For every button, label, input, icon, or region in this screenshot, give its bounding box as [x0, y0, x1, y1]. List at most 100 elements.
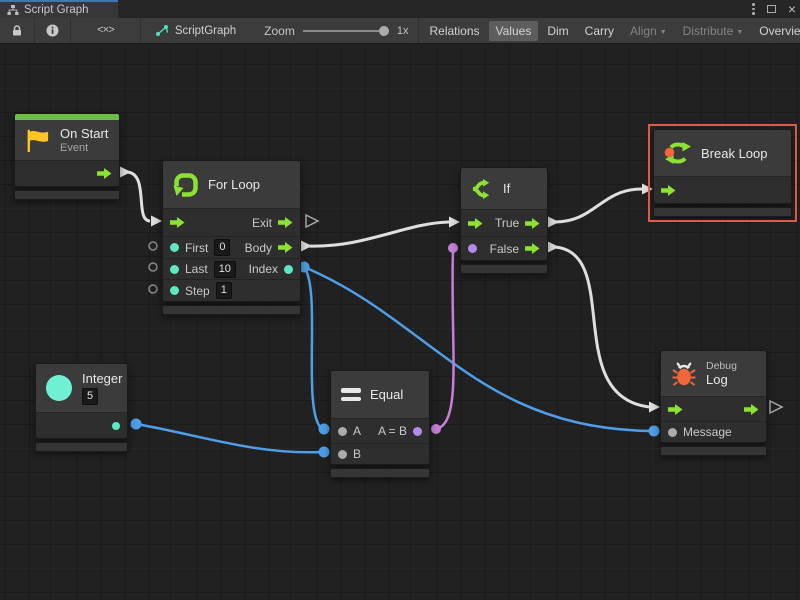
node-on-start[interactable]: On Start Event: [14, 113, 120, 200]
graph-breadcrumb[interactable]: ScriptGraph: [141, 18, 248, 43]
step-input-port[interactable]: [170, 286, 179, 295]
wire-endpoint-dot: [319, 424, 330, 435]
exit-port-label: Exit: [252, 216, 272, 230]
node-title: For Loop: [208, 177, 260, 192]
index-port-label: Index: [249, 262, 278, 276]
last-port-label: Last: [185, 262, 208, 276]
node-for-loop[interactable]: For Loop Exit First 0: [162, 160, 301, 315]
inspect-button[interactable]: [35, 18, 71, 43]
info-icon: [46, 24, 59, 37]
graph-toolbar: <×> ScriptGraph Zoom 1x Relations Values…: [0, 18, 800, 44]
unconnected-port-circle[interactable]: [149, 285, 157, 293]
overview-button[interactable]: Overview: [752, 21, 800, 41]
first-input-port[interactable]: [170, 243, 179, 252]
flow-input-port[interactable]: [170, 217, 185, 228]
wire-onstart-forloop[interactable]: [126, 172, 150, 221]
false-flow-output-port[interactable]: [525, 243, 540, 254]
dim-button[interactable]: Dim: [540, 21, 575, 41]
flag-icon: [25, 129, 51, 152]
unconnected-port-circle[interactable]: [149, 263, 157, 271]
flow-input-port[interactable]: [661, 185, 676, 196]
node-integer[interactable]: Integer 5: [35, 363, 128, 452]
relations-button[interactable]: Relations: [422, 21, 486, 41]
wire-endpoint-triangle: [548, 242, 559, 253]
carry-button[interactable]: Carry: [578, 21, 621, 41]
flow-output-port[interactable]: [97, 168, 112, 179]
loop-icon: [173, 172, 199, 198]
maximize-icon[interactable]: [767, 5, 776, 13]
zoom-slider-handle[interactable]: [379, 26, 389, 36]
exit-flow-output-port[interactable]: [278, 217, 293, 228]
distribute-dropdown[interactable]: Distribute▼: [676, 21, 751, 41]
wire-layer: [0, 44, 800, 600]
node-title: Integer: [82, 371, 122, 386]
index-output-port[interactable]: [284, 265, 293, 274]
flow-input-port[interactable]: [468, 218, 483, 229]
body-port-label: Body: [245, 241, 272, 255]
branch-icon: [471, 177, 494, 201]
wire-equal-if-condition[interactable]: [436, 250, 454, 429]
graph-canvas[interactable]: On Start Event: [0, 44, 800, 600]
integer-value-field[interactable]: 5: [82, 388, 98, 405]
step-value-field[interactable]: 1: [216, 282, 232, 299]
chevron-down-icon: ▼: [736, 29, 743, 36]
script-graph-window: Script Graph × <×>: [0, 0, 800, 600]
wire-endpoint-triangle: [120, 167, 131, 178]
wire-endpoint-dot: [649, 426, 660, 437]
true-flow-output-port[interactable]: [525, 218, 540, 229]
first-port-label: First: [185, 241, 208, 255]
unconnected-port-circle[interactable]: [149, 242, 157, 250]
node-footer: [660, 446, 767, 456]
tab-title: Script Graph: [24, 4, 89, 16]
integer-type-icon: [46, 375, 72, 401]
code-icon: <×>: [97, 25, 114, 37]
close-icon[interactable]: ×: [788, 2, 796, 16]
zoom-label: Zoom: [264, 24, 295, 38]
lock-icon: [11, 24, 23, 37]
tab-script-graph[interactable]: Script Graph: [0, 0, 118, 18]
node-if[interactable]: If True False: [460, 167, 548, 274]
flow-output-port[interactable]: [744, 404, 759, 415]
values-button[interactable]: Values: [489, 21, 539, 41]
zoom-slider[interactable]: [303, 30, 389, 32]
equal-icon: [341, 388, 361, 401]
window-menu-icon[interactable]: [752, 3, 755, 15]
lock-button[interactable]: [0, 18, 35, 43]
wire-false-debuglog[interactable]: [555, 247, 649, 407]
tab-bar: Script Graph ×: [0, 0, 800, 18]
edit-source-button[interactable]: <×>: [71, 18, 141, 43]
last-value-field[interactable]: 10: [214, 261, 236, 278]
graph-name-label: ScriptGraph: [175, 25, 236, 37]
condition-input-port[interactable]: [468, 244, 477, 253]
output-prediction-triangle: [770, 401, 782, 413]
align-dropdown[interactable]: Align▼: [623, 21, 674, 41]
node-title: Log: [706, 372, 737, 387]
flow-input-port[interactable]: [668, 404, 683, 415]
result-output-port[interactable]: [413, 427, 422, 436]
wire-endpoint-dot: [131, 419, 142, 430]
zoom-value: 1x: [397, 25, 409, 37]
node-equal[interactable]: Equal A A = B B: [330, 370, 430, 478]
b-input-port[interactable]: [338, 450, 347, 459]
integer-output-port[interactable]: [112, 422, 120, 430]
wire-index-equal-a[interactable]: [304, 267, 322, 429]
body-flow-output-port[interactable]: [278, 242, 293, 253]
wire-body-if[interactable]: [308, 222, 449, 246]
first-value-field[interactable]: 0: [214, 239, 230, 256]
message-port-label: Message: [683, 425, 732, 439]
message-input-port[interactable]: [668, 428, 677, 437]
exit-prediction-triangle: [306, 215, 318, 227]
node-title: On Start: [60, 126, 108, 141]
last-input-port[interactable]: [170, 265, 179, 274]
break-loop-icon: [664, 140, 692, 166]
wire-integer-equal-b[interactable]: [136, 424, 322, 452]
chevron-down-icon: ▼: [660, 29, 667, 36]
wire-true-breakloop[interactable]: [555, 189, 642, 222]
wire-endpoint-dot: [431, 424, 441, 434]
a-input-port[interactable]: [338, 427, 347, 436]
hierarchy-icon: [7, 4, 19, 16]
node-footer: [162, 305, 301, 315]
node-break-loop[interactable]: Break Loop: [653, 129, 792, 217]
wire-endpoint-dot: [448, 243, 458, 253]
node-debug-log[interactable]: Debug Log Message: [660, 350, 767, 456]
